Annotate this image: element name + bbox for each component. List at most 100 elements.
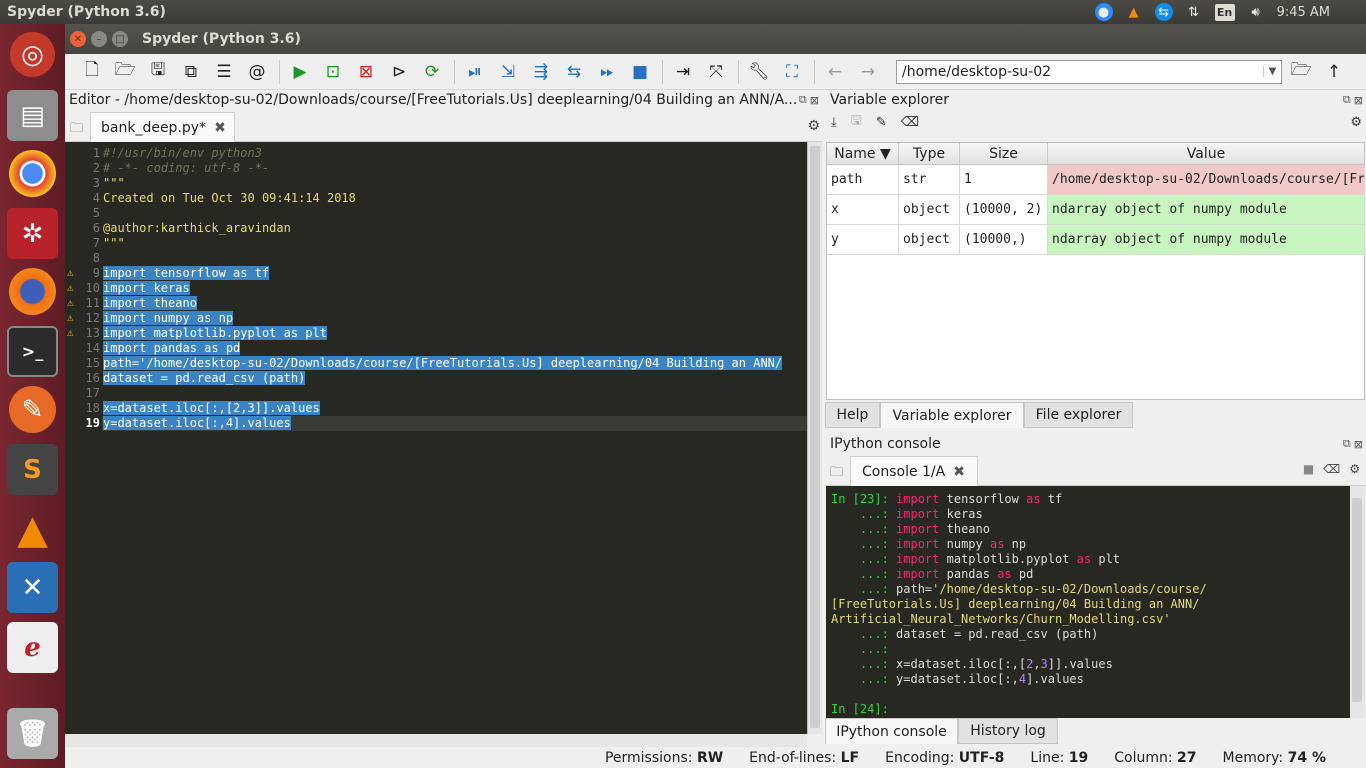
warning-icon[interactable]: ⚠ [67,282,79,294]
chrome-icon[interactable] [9,150,56,197]
vlc-icon[interactable]: ▲ [7,504,58,555]
column-header-type[interactable]: Type [899,143,960,165]
stop-debug-icon[interactable]: ■ [629,61,651,83]
teamviewer-icon[interactable]: ⇆ [1154,3,1173,21]
variable-explorer-gear-icon[interactable]: ⚙ [1350,115,1362,130]
editor-horizontal-scrollbar[interactable] [65,734,807,747]
step-into-icon[interactable]: ⇶ [530,61,552,83]
run-cell-advance-icon[interactable]: ⊠ [355,61,377,83]
variable-cell-value[interactable]: /home/desktop-su-02/Downloads/course/[Fr… [1048,165,1365,195]
undock-icon[interactable]: ⧉ [1343,93,1351,107]
clock[interactable]: 9:45 AM [1277,5,1330,20]
variable-cell-size[interactable]: 1 [960,165,1048,195]
python-path-icon[interactable]: ⛶ [781,61,803,83]
close-pane-icon[interactable]: ⊠ [1354,94,1363,107]
ipython-console-output[interactable]: In [23]: import tensorflow as tf ...: im… [826,486,1350,718]
undock-icon[interactable]: ⧉ [1343,437,1351,451]
console-tab-1a[interactable]: Console 1/A ✖ [850,456,978,486]
console-gear-icon[interactable]: ⚙ [1349,462,1360,476]
column-header-value[interactable]: Value [1048,143,1365,165]
continue-icon[interactable]: ⏩︎ [596,61,618,83]
outline-icon[interactable]: ☰ [213,61,235,83]
save-data-as-icon[interactable]: ✎ [876,115,887,130]
tab-history-log[interactable]: History log [958,718,1058,744]
save-all-icon[interactable]: ⧉ [180,61,202,83]
close-pane-icon[interactable]: ⊠ [1354,438,1363,451]
files-icon[interactable]: ▤ [7,90,58,141]
variable-cell-size[interactable]: (10000, 2) [960,195,1048,225]
new-file-icon[interactable]: 🗋︎ [81,60,103,83]
back-arrow-icon[interactable]: ← [824,61,846,83]
editor-options-gear-icon[interactable]: ⚙ [807,118,820,134]
forward-arrow-icon[interactable]: → [857,61,879,83]
close-pane-icon[interactable]: ⊠ [810,94,819,107]
warning-icon[interactable]: ⚠ [67,312,79,324]
import-data-icon[interactable]: ⤓ [831,115,837,130]
console-prompt[interactable]: In [24]: [831,702,889,717]
chevron-down-icon[interactable]: ▼ [1263,66,1281,77]
run-cell-icon[interactable]: ⊡ [322,61,344,83]
browse-directory-icon[interactable]: 🗁︎ [1290,60,1312,83]
variable-cell-name[interactable]: path [827,165,899,195]
close-tab-icon[interactable]: ✖ [953,464,965,480]
open-file-icon[interactable]: 🗁︎ [114,60,136,83]
warning-icon[interactable]: ⚠ [67,297,79,309]
browse-tabs-icon[interactable]: 🗀︎ [830,463,843,485]
variable-table[interactable]: Name ▼ Type Size Value path str 1/home/des… [826,142,1365,400]
web-app-icon[interactable]: ✲ [7,208,58,259]
step-icon[interactable]: ⇲ [497,61,519,83]
variable-cell-name[interactable]: y [827,225,899,255]
document-viewer-icon[interactable]: ℯ [7,622,58,673]
vlc-tray-icon[interactable]: ▲ [1125,3,1143,21]
preferences-wrench-icon[interactable]: 🔧︎ [748,61,770,83]
run-selection-icon[interactable]: ⊳ [388,61,410,83]
inkscape-icon[interactable]: ✎ [9,386,56,433]
firefox-icon[interactable] [9,268,56,315]
zoom-icon[interactable]: ● [1094,3,1113,21]
browse-tabs-icon[interactable]: 🗀︎ [70,119,83,141]
variable-cell-name[interactable]: x [827,195,899,225]
trash-icon[interactable]: 🗑︎ [7,708,58,759]
volume-icon[interactable]: 🔊︎ [1247,3,1265,21]
tab-variable-explorer[interactable]: Variable explorer [880,402,1024,428]
editor-tab-bank-deep[interactable]: bank_deep.py* ✖ [90,112,235,142]
tab-file-explorer[interactable]: File explorer [1024,402,1133,428]
tab-ipython-console[interactable]: IPython console [825,718,958,744]
column-header-name[interactable]: Name ▼ [827,143,899,165]
variable-cell-type[interactable]: object [899,195,960,225]
close-tab-icon[interactable]: ✖ [214,120,226,136]
console-scrollbar[interactable] [1350,486,1365,718]
at-icon[interactable]: @ [246,61,268,83]
maximize-pane-icon[interactable]: ⤧ [705,61,727,83]
variable-cell-type[interactable]: object [899,225,960,255]
save-icon[interactable]: 🖫︎ [147,60,169,83]
working-directory-combobox[interactable]: /home/desktop-su-02 ▼ [896,59,1282,84]
keyboard-layout-indicator[interactable]: En [1214,3,1235,21]
rerun-icon[interactable]: ⟳ [421,61,443,83]
debug-icon[interactable]: ⏯ [464,61,486,83]
variable-cell-value[interactable]: ndarray object of numpy module [1048,195,1365,225]
code-editor[interactable]: 1 2 3 4 5 6 7 8 ⚠ 9 ⚠ 10 ⚠ 11 ⚠ 12 ⚠ 13 14 15 16 17 18 19 #!/us… [65,142,807,734]
variable-cell-value[interactable]: ndarray object of numpy module [1048,225,1365,255]
terminal-icon[interactable]: >_ [7,326,58,377]
column-header-size[interactable]: Size [960,143,1048,165]
sublime-text-icon[interactable]: S [7,444,58,495]
variable-cell-size[interactable]: (10000,) [960,225,1048,255]
maximize-window-button[interactable]: □ [112,31,128,47]
undock-icon[interactable]: ⧉ [799,93,807,107]
remove-all-variables-icon[interactable]: ⌫ [901,115,919,130]
stop-kernel-icon[interactable]: ■ [1303,462,1314,476]
variable-cell-type[interactable]: str [899,165,960,195]
clear-console-icon[interactable]: ⌫ [1323,462,1340,476]
tab-help[interactable]: Help [825,402,880,428]
ubuntu-dash-icon[interactable]: ◎ [10,32,55,77]
parent-directory-icon[interactable]: ↑ [1323,61,1345,83]
step-return-icon[interactable]: ⇆ [563,61,585,83]
run-icon[interactable]: ▶ [289,61,311,83]
close-window-button[interactable]: ✕ [70,31,86,47]
save-data-icon[interactable]: 🖫︎ [851,111,862,133]
minimize-window-button[interactable]: – [91,31,107,47]
warning-icon[interactable]: ⚠ [67,327,79,339]
toggle-panes-icon[interactable]: ⇥ [672,61,694,83]
editor-vertical-scrollbar[interactable] [807,142,822,734]
